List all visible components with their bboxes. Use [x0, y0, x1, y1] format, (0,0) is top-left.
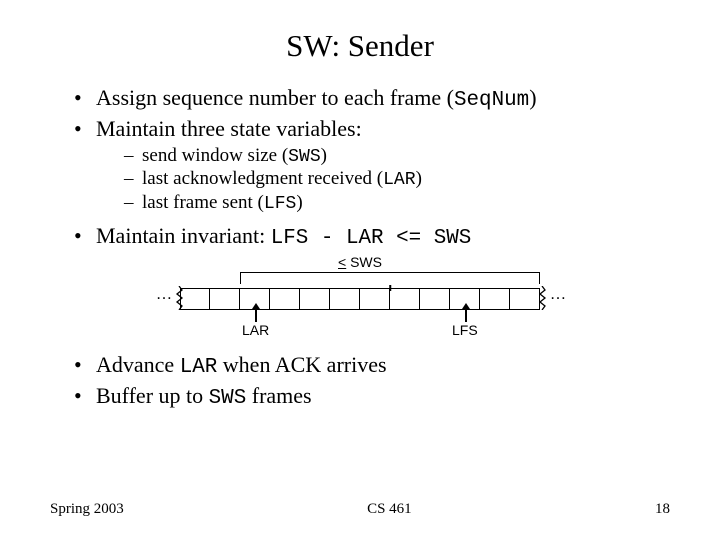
frame-cell	[180, 289, 210, 309]
bullet-seqnum: Assign sequence number to each frame (Se…	[74, 84, 670, 114]
text: Buffer up to	[96, 383, 209, 408]
frame-cell	[510, 289, 540, 309]
text: Assign sequence number to each frame (	[96, 85, 454, 110]
frame-strip	[180, 288, 540, 310]
footer-right: 18	[655, 501, 670, 518]
arrow-lfs	[465, 308, 467, 322]
window-diagram: < SWS … … LAR LFS	[150, 260, 570, 345]
frame-cell	[270, 289, 300, 309]
page-title: SW: Sender	[50, 28, 670, 64]
text: Advance	[96, 352, 180, 377]
code-sws: SWS	[288, 147, 320, 167]
code-lfs: LFS	[264, 194, 296, 214]
bullet-list-2: Advance LAR when ACK arrives Buffer up t…	[74, 351, 670, 412]
frame-cell	[390, 289, 420, 309]
code-invariant: LFS - LAR <= SWS	[271, 227, 472, 250]
slide-footer: Spring 2003 CS 461 18	[50, 501, 670, 518]
sub-sws: send window size (SWS)	[124, 145, 670, 169]
sws-text: SWS	[346, 254, 382, 270]
bullet-invariant: Maintain invariant: LFS - LAR <= SWS	[74, 222, 670, 252]
arrow-lar	[255, 308, 257, 322]
bullet-state-vars: Maintain three state variables: send win…	[74, 115, 670, 215]
footer-center: CS 461	[367, 501, 412, 518]
frame-cell	[300, 289, 330, 309]
sws-bracket-label: < SWS	[150, 254, 570, 270]
text: )	[416, 168, 422, 189]
text: Maintain three state variables:	[96, 116, 362, 141]
code-lar2: LAR	[180, 356, 218, 379]
frame-cell	[360, 289, 390, 309]
text: when ACK arrives	[217, 352, 386, 377]
footer-left: Spring 2003	[50, 501, 124, 518]
text: last frame sent (	[142, 192, 264, 213]
text: )	[321, 145, 327, 166]
sub-list: send window size (SWS) last acknowledgme…	[124, 145, 670, 216]
text: last acknowledgment received (	[142, 168, 383, 189]
text: Maintain invariant:	[96, 223, 271, 248]
bullet-advance: Advance LAR when ACK arrives	[74, 351, 670, 381]
bullet-buffer: Buffer up to SWS frames	[74, 382, 670, 412]
text: )	[529, 85, 536, 110]
ellipsis-right: …	[550, 286, 566, 304]
le-symbol: <	[338, 254, 346, 270]
sub-lfs: last frame sent (LFS)	[124, 192, 670, 216]
label-lar: LAR	[242, 322, 269, 338]
frame-cell	[420, 289, 450, 309]
label-lfs: LFS	[452, 322, 478, 338]
code-seqnum: SeqNum	[454, 89, 529, 112]
bracket	[240, 272, 540, 284]
text: frames	[246, 383, 311, 408]
ellipsis-left: …	[156, 286, 172, 304]
bullet-list: Assign sequence number to each frame (Se…	[74, 84, 670, 252]
sub-lar: last acknowledgment received (LAR)	[124, 168, 670, 192]
text: send window size (	[142, 145, 288, 166]
code-sws2: SWS	[209, 387, 247, 410]
code-lar: LAR	[383, 170, 415, 190]
frame-cell	[210, 289, 240, 309]
frame-cell	[480, 289, 510, 309]
text: )	[296, 192, 302, 213]
frame-cell	[330, 289, 360, 309]
torn-edge-right	[538, 286, 547, 310]
